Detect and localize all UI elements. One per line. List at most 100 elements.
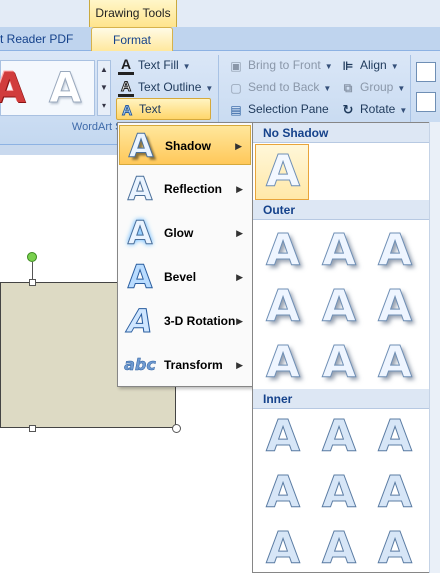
inner-shadow-preset[interactable]: A xyxy=(258,467,308,518)
resize-handle-bottom[interactable] xyxy=(29,425,36,432)
3d-rotation-a-icon: A xyxy=(123,302,157,341)
outer-shadow-preset[interactable]: A xyxy=(258,337,308,388)
size-height-icon[interactable] xyxy=(416,62,436,82)
menu-item-shadow[interactable]: A Shadow ▶ xyxy=(119,125,251,165)
selection-pane-icon: ▤ xyxy=(230,102,242,117)
send-to-back-button[interactable]: ▢ Send to Back ▼ xyxy=(228,77,336,97)
chevron-down-icon: ▼ xyxy=(323,84,332,93)
inner-shadow-preset[interactable]: A xyxy=(370,467,420,518)
text-outline-button[interactable]: A Text Outline ▼ xyxy=(118,77,218,98)
preset-letter: A xyxy=(377,467,413,518)
outer-shadow-preset[interactable]: A xyxy=(258,225,308,276)
text-effects-button[interactable]: AText Effects▼ xyxy=(116,98,211,136)
wordart-style-red[interactable]: A xyxy=(0,63,26,112)
preset-letter: A xyxy=(321,523,357,573)
tab-format[interactable]: Format xyxy=(91,27,173,52)
chevron-right-icon: ▶ xyxy=(236,184,243,194)
menu-item-bevel[interactable]: A Bevel ▶ xyxy=(119,257,251,297)
text-fill-icon: A xyxy=(118,56,134,76)
preset-letter: A xyxy=(321,337,357,388)
preset-letter: A xyxy=(265,146,301,197)
bring-to-front-icon: ▣ xyxy=(230,58,242,73)
text-fill-button[interactable]: A Text Fill ▼ xyxy=(118,55,218,76)
wordart-gallery-scroller[interactable]: ▲ ▼ ▾ xyxy=(97,60,111,116)
inner-header: Inner xyxy=(253,389,439,409)
inner-shadow-preset[interactable]: A xyxy=(314,523,364,573)
outer-shadow-preset[interactable]: A xyxy=(258,281,308,332)
inner-shadow-preset[interactable]: A xyxy=(370,523,420,573)
chevron-down-icon: ▼ xyxy=(205,84,214,93)
inner-shadow-presets: A A A A A A A A A xyxy=(256,410,428,573)
shadow-a-icon: A xyxy=(128,127,154,165)
outer-shadow-preset[interactable]: A xyxy=(370,225,420,276)
transform-abc-icon: abc xyxy=(124,355,156,375)
preset-letter: A xyxy=(321,467,357,518)
chevron-down-icon: ▼ xyxy=(324,62,333,71)
align-icon: ⊫ xyxy=(342,58,354,73)
inner-shadow-preset[interactable]: A xyxy=(314,411,364,462)
glow-a-icon: A xyxy=(127,214,153,252)
size-width-icon[interactable] xyxy=(416,92,436,112)
chevron-right-icon: ▶ xyxy=(235,141,242,151)
text-effects-menu: A Shadow ▶ A Reflection ▶ A Glow ▶ A Bev… xyxy=(117,122,253,387)
inner-shadow-preset[interactable]: A xyxy=(258,523,308,573)
inner-shadow-preset[interactable]: A xyxy=(258,411,308,462)
document-top-edge xyxy=(0,145,120,155)
chevron-down-icon: ▼ xyxy=(390,62,399,71)
menu-item-glow[interactable]: A Glow ▶ xyxy=(119,213,251,253)
no-shadow-header: No Shadow xyxy=(253,123,439,143)
send-to-back-icon: ▢ xyxy=(230,80,242,95)
bevel-a-icon: A xyxy=(127,258,153,296)
preset-letter: A xyxy=(377,337,413,388)
preset-letter: A xyxy=(377,225,413,276)
preset-letter: A xyxy=(377,411,413,462)
chevron-right-icon: ▶ xyxy=(236,272,243,282)
chevron-down-icon: ▼ xyxy=(397,84,406,93)
ribbon-top-bar xyxy=(0,0,440,27)
wordart-style-white[interactable]: A xyxy=(49,63,83,113)
scroll-down-icon[interactable]: ▼ xyxy=(98,79,110,97)
menu-item-reflection[interactable]: A Reflection ▶ xyxy=(119,169,251,209)
inner-shadow-preset[interactable]: A xyxy=(314,467,364,518)
gallery-scrollbar[interactable] xyxy=(429,122,440,573)
outer-shadow-preset[interactable]: A xyxy=(370,281,420,332)
rotate-button[interactable]: ↻ Rotate ▼ xyxy=(340,99,410,119)
outer-shadow-preset[interactable]: A xyxy=(314,281,364,332)
outer-shadow-preset[interactable]: A xyxy=(314,337,364,388)
resize-handle-bottom-right[interactable] xyxy=(172,424,181,433)
preset-letter: A xyxy=(265,281,301,332)
resize-handle-top[interactable] xyxy=(29,279,36,286)
rotate-icon: ↻ xyxy=(342,101,354,117)
inner-shadow-preset[interactable]: A xyxy=(370,411,420,462)
preset-letter: A xyxy=(265,467,301,518)
text-effects-icon: A xyxy=(121,101,133,118)
drawing-tools-context-label: Drawing Tools xyxy=(89,0,177,27)
selection-pane-button[interactable]: ▤ Selection Pane xyxy=(228,99,336,119)
outer-shadow-presets: A A A A A A A A A xyxy=(256,222,428,390)
chevron-right-icon: ▶ xyxy=(236,360,243,370)
rotation-handle[interactable] xyxy=(27,252,37,262)
group-button[interactable]: ⧉ Group ▼ xyxy=(340,77,410,97)
bring-to-front-button[interactable]: ▣ Bring to Front ▼ xyxy=(228,55,336,75)
wordart-styles-gallery[interactable]: A A xyxy=(0,60,95,116)
no-shadow-option[interactable]: A xyxy=(255,144,309,200)
text-outline-icon: A xyxy=(118,78,134,98)
preset-letter: A xyxy=(265,337,301,388)
preset-letter: A xyxy=(265,225,301,276)
scroll-up-icon[interactable]: ▲ xyxy=(98,61,110,79)
chevron-right-icon: ▶ xyxy=(236,316,243,326)
chevron-down-icon: ▼ xyxy=(399,106,408,115)
outer-shadow-preset[interactable]: A xyxy=(370,337,420,388)
chevron-down-icon: ▼ xyxy=(182,62,191,71)
preset-letter: A xyxy=(377,523,413,573)
menu-item-3d-rotation[interactable]: A 3-D Rotation ▶ xyxy=(119,301,251,341)
preset-letter: A xyxy=(321,411,357,462)
preset-letter: A xyxy=(377,281,413,332)
group-icon: ⧉ xyxy=(343,80,353,95)
align-button[interactable]: ⊫ Align ▼ xyxy=(340,55,410,75)
outer-shadow-preset[interactable]: A xyxy=(314,225,364,276)
chevron-right-icon: ▶ xyxy=(236,228,243,238)
gallery-more-icon[interactable]: ▾ xyxy=(98,97,110,115)
menu-item-transform[interactable]: abc Transform ▶ xyxy=(119,345,251,385)
tab-reader-pdf[interactable]: t Reader PDF xyxy=(0,27,88,51)
